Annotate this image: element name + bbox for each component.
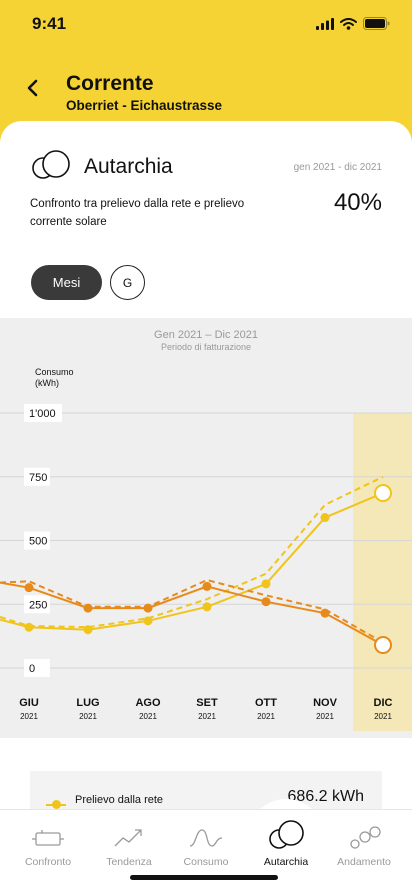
y-tick-label: 250 <box>29 599 47 611</box>
series-point <box>24 583 34 593</box>
nav-label: Autarchia <box>263 856 309 868</box>
legend-label: Prelievo dalla rete <box>75 794 164 806</box>
y-tick-label: 1'000 <box>29 408 56 420</box>
y-tick-box <box>24 659 50 677</box>
series-point <box>261 597 271 607</box>
y-tick-label: 500 <box>29 536 47 548</box>
series-point <box>202 602 212 612</box>
chart-title: Gen 2021 – Dic 2021 <box>154 329 258 341</box>
series-point <box>261 579 271 589</box>
battery-status-icon <box>363 17 390 30</box>
x-tick-year: 2021 <box>20 712 38 721</box>
status-bar: 9:41 <box>0 0 412 48</box>
wave-icon <box>189 829 223 847</box>
autarchy-circles-icon <box>32 150 70 179</box>
wifi-icon <box>340 17 357 30</box>
months-toggle-button[interactable]: Mesi <box>31 265 102 300</box>
series-point-selected <box>374 484 392 503</box>
status-time: 9:41 <box>32 14 67 33</box>
highlight-column <box>353 413 412 731</box>
series-point <box>320 513 330 523</box>
days-toggle-button[interactable]: G <box>110 265 145 300</box>
nav-label: Andamento <box>337 856 391 868</box>
card-description: Confronto tra prelievo dalla rete e prel… <box>30 198 245 228</box>
x-tick-month: AGO <box>135 697 161 709</box>
battery-icon <box>32 830 64 846</box>
x-tick-year: 2021 <box>79 712 97 721</box>
nav-label: Tendenza <box>106 856 152 868</box>
content-sheet: Autarchia gen 2021 - dic 2021 Confronto … <box>0 121 412 890</box>
page-title: Corrente <box>66 72 154 95</box>
nav-item-tendenza[interactable]: Tendenza <box>88 810 170 870</box>
legend-marker <box>52 800 61 809</box>
signal-icon <box>316 17 334 30</box>
chevron-left-icon <box>27 79 38 97</box>
x-tick-month: DIC <box>374 697 393 709</box>
autarchy-percentage: 40% <box>333 189 382 216</box>
nav-label: Consumo <box>183 856 229 868</box>
nav-item-autarchia[interactable]: Autarchia <box>245 810 327 870</box>
bottom-nav: Confronto Tendenza Consumo Autarchia And… <box>0 809 412 890</box>
card-title: Autarchia <box>84 155 173 178</box>
series-point <box>143 616 153 626</box>
home-indicator <box>130 875 278 880</box>
header: Corrente Oberriet - Eichaustrasse <box>0 60 412 120</box>
x-tick-year: 2021 <box>198 712 216 721</box>
back-button[interactable] <box>20 74 44 102</box>
y-tick-label: 0 <box>29 663 35 675</box>
y-axis-label: Consumo <box>35 367 74 377</box>
x-tick-month: OTT <box>255 697 277 709</box>
nav-label: Confronto <box>24 856 72 868</box>
consumption-chart[interactable]: Gen 2021 – Dic 2021 Periodo di fatturazi… <box>0 318 412 738</box>
card-period: gen 2021 - dic 2021 <box>293 162 382 173</box>
x-tick-year: 2021 <box>316 712 334 721</box>
series-point <box>143 603 153 613</box>
series-point <box>202 581 212 591</box>
page-subtitle: Oberriet - Eichaustrasse <box>66 98 223 113</box>
x-tick-year: 2021 <box>257 712 275 721</box>
nav-item-confronto[interactable]: Confronto <box>7 810 89 870</box>
series-point <box>320 608 330 618</box>
bubbles-icon <box>350 826 381 849</box>
series-point-selected <box>374 636 392 655</box>
series-point <box>83 603 93 613</box>
status-icons <box>316 17 390 30</box>
nav-item-andamento[interactable]: Andamento <box>323 810 405 870</box>
y-axis-unit: (kWh) <box>35 378 59 388</box>
x-tick-month: NOV <box>313 697 338 709</box>
nav-item-consumo[interactable]: Consumo <box>165 810 247 870</box>
x-tick-year: 2021 <box>139 712 157 721</box>
x-tick-month: SET <box>196 697 218 709</box>
x-tick-month: GIU <box>19 697 39 709</box>
chart-svg: Gen 2021 – Dic 2021 Periodo di fatturazi… <box>0 329 412 731</box>
y-tick-label: 750 <box>29 472 47 484</box>
autarchy-circles-icon <box>269 820 304 849</box>
series-point <box>83 625 93 635</box>
x-tick-year: 2021 <box>374 712 392 721</box>
chart-subtitle: Periodo di fatturazione <box>161 342 251 352</box>
series-point <box>24 622 34 632</box>
trend-arrow-icon <box>114 829 142 847</box>
x-tick-month: LUG <box>76 697 99 709</box>
